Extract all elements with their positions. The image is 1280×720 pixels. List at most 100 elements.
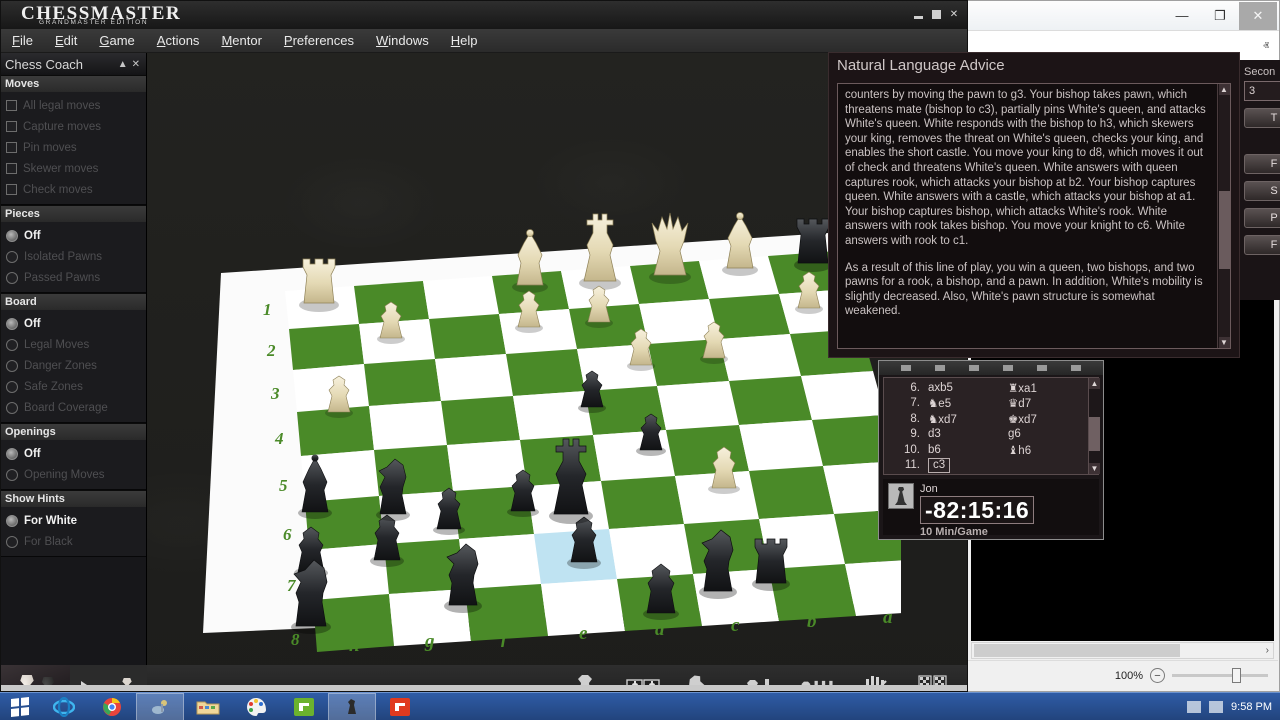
scroll-down-icon[interactable]: ▼: [1218, 337, 1230, 348]
natural-language-advice-window[interactable]: Natural Language Advice counters by movi…: [828, 52, 1240, 358]
radio-icon[interactable]: [6, 380, 18, 393]
nav-first-icon[interactable]: [901, 365, 911, 371]
white-move[interactable]: ♞xd7: [928, 412, 1008, 426]
close-button[interactable]: ✕: [947, 7, 961, 21]
white-move[interactable]: d3: [928, 428, 1008, 440]
windows-taskbar[interactable]: 9:58 PM: [0, 692, 1280, 720]
option-opening-moves[interactable]: Opening Moves: [1, 464, 146, 485]
zoom-slider[interactable]: [1172, 668, 1268, 683]
nav-prev-icon[interactable]: [935, 365, 945, 371]
black-move[interactable]: ♜xa1: [1008, 381, 1088, 395]
move-list[interactable]: 6. axb5 ♜xa1 7. ♞e5 ♛d7 8. ♞xd7 ♚xd7 9. …: [883, 377, 1100, 475]
table-row[interactable]: 6. axb5 ♜xa1: [884, 380, 1088, 396]
close-icon[interactable]: ✕: [130, 59, 142, 70]
move-list-window[interactable]: 6. axb5 ♜xa1 7. ♞e5 ♛d7 8. ♞xd7 ♚xd7 9. …: [878, 360, 1104, 540]
option-danger-zones[interactable]: Danger Zones: [1, 355, 146, 376]
checkbox-icon[interactable]: [6, 100, 17, 111]
minimize-button[interactable]: [911, 7, 925, 21]
hscroll-thumb[interactable]: [974, 644, 1180, 657]
menu-item-help[interactable]: Help: [440, 33, 489, 48]
restore-button[interactable]: [929, 7, 943, 21]
chessmaster-window[interactable]: CHESSMASTER GRANDMASTER EDITION ✕ File E…: [0, 0, 968, 692]
table-row[interactable]: 8. ♞xd7 ♚xd7: [884, 411, 1088, 427]
black-move[interactable]: ♛d7: [1008, 396, 1088, 410]
option-legal-moves[interactable]: Legal Moves: [1, 334, 146, 355]
tray-volume-icon[interactable]: [1209, 700, 1224, 713]
background-horizontal-scrollbar[interactable]: ›: [971, 642, 1274, 659]
taskbar-explorer-folder-icon[interactable]: [184, 693, 232, 720]
chessmaster-window-buttons[interactable]: ✕: [911, 7, 961, 21]
option-check-moves[interactable]: Check moves: [1, 179, 146, 200]
side-button-f1[interactable]: F: [1244, 154, 1280, 174]
black-move[interactable]: ♚xd7: [1008, 412, 1088, 426]
menu-item-preferences[interactable]: Preferences: [273, 33, 365, 48]
menu-item-edit[interactable]: Edit: [44, 33, 88, 48]
option-openings-off[interactable]: Off: [1, 443, 146, 464]
side-button-s[interactable]: S: [1244, 181, 1280, 201]
tray-network-icon[interactable]: [1187, 700, 1202, 713]
menu-item-game[interactable]: Game: [88, 33, 145, 48]
menu-item-actions[interactable]: Actions: [146, 33, 211, 48]
table-row[interactable]: 7. ♞e5 ♛d7: [884, 396, 1088, 412]
move-scroll-track[interactable]: [1089, 389, 1100, 463]
white-move[interactable]: ♞e5: [928, 396, 1008, 410]
side-button-t[interactable]: T: [1244, 108, 1280, 128]
bg-restore-button[interactable]: ❐: [1201, 2, 1239, 30]
radio-icon[interactable]: [6, 514, 18, 527]
option-passed-pawns[interactable]: Passed Pawns: [1, 267, 146, 288]
system-tray[interactable]: 9:58 PM: [1187, 700, 1280, 713]
seconds-input[interactable]: [1244, 81, 1280, 101]
option-for-white[interactable]: For White: [1, 510, 146, 531]
chess-coach-header[interactable]: Chess Coach ▲ ✕: [1, 53, 146, 75]
taskbar-camtasia-red-icon[interactable]: [376, 693, 424, 720]
move-list-scrollbar[interactable]: ▲ ▼: [1088, 378, 1100, 474]
option-pieces-off[interactable]: Off: [1, 225, 146, 246]
advice-scroll-track[interactable]: [1218, 95, 1230, 337]
option-pin-moves[interactable]: Pin moves: [1, 137, 146, 158]
radio-icon[interactable]: [6, 317, 18, 330]
option-isolated-pawns[interactable]: Isolated Pawns: [1, 246, 146, 267]
checkbox-icon[interactable]: [6, 142, 17, 153]
ribbon-collapse-icon[interactable]: ⱏ: [1263, 39, 1269, 54]
menu-item-windows[interactable]: Windows: [365, 33, 440, 48]
bg-close-button[interactable]: ✕: [1239, 1, 1277, 30]
zoom-slider-thumb[interactable]: [1232, 668, 1241, 683]
advice-scrollbar[interactable]: ▲ ▼: [1217, 84, 1230, 348]
scroll-up-icon[interactable]: ▲: [1089, 378, 1100, 389]
zoom-out-button[interactable]: −: [1150, 668, 1165, 683]
nav-stop-icon[interactable]: [969, 365, 979, 371]
hscroll-right-arrow-icon[interactable]: ›: [1266, 645, 1273, 656]
side-button-p[interactable]: P: [1244, 208, 1280, 228]
radio-icon[interactable]: [6, 338, 18, 351]
scroll-up-icon[interactable]: ▲: [1218, 84, 1230, 95]
radio-icon[interactable]: [6, 401, 18, 414]
option-all-legal-moves[interactable]: All legal moves: [1, 95, 146, 116]
background-window-titlebar[interactable]: — ❐ ✕: [966, 1, 1279, 31]
option-board-coverage[interactable]: Board Coverage: [1, 397, 146, 418]
chess-board-svg[interactable]: 123 456 78 hgf edc ba: [201, 203, 901, 673]
option-for-black[interactable]: For Black: [1, 531, 146, 552]
table-row-selected[interactable]: 11. c3: [884, 457, 1088, 474]
chess-coach-panel[interactable]: Chess Coach ▲ ✕ Moves All legal moves Ca…: [1, 53, 147, 665]
move-nav-toolbar[interactable]: [879, 361, 1103, 375]
menu-bar[interactable]: File Edit Game Actions Mentor Preference…: [1, 29, 967, 53]
taskbar-paint-icon[interactable]: [232, 693, 280, 720]
radio-icon[interactable]: [6, 250, 18, 263]
advice-scroll-thumb[interactable]: [1218, 191, 1230, 269]
taskbar-clock[interactable]: 9:58 PM: [1231, 701, 1272, 713]
white-move-selected[interactable]: c3: [928, 457, 951, 473]
white-move[interactable]: b6: [928, 444, 1008, 456]
radio-icon[interactable]: [6, 229, 18, 242]
side-button-f2[interactable]: F: [1244, 235, 1280, 255]
chessmaster-titlebar[interactable]: CHESSMASTER GRANDMASTER EDITION ✕: [1, 1, 967, 29]
checkbox-icon[interactable]: [6, 121, 17, 132]
radio-icon[interactable]: [6, 271, 18, 284]
option-capture-moves[interactable]: Capture moves: [1, 116, 146, 137]
taskbar-camtasia-green-icon[interactable]: [280, 693, 328, 720]
white-move[interactable]: axb5: [928, 382, 1008, 394]
nav-next-icon[interactable]: [1037, 365, 1047, 371]
advice-textbox[interactable]: counters by moving the pawn to g3. Your …: [837, 83, 1231, 349]
taskbar-internet-explorer-icon[interactable]: [40, 693, 88, 720]
taskbar-media-app-icon[interactable]: [136, 692, 184, 720]
option-board-off[interactable]: Off: [1, 313, 146, 334]
